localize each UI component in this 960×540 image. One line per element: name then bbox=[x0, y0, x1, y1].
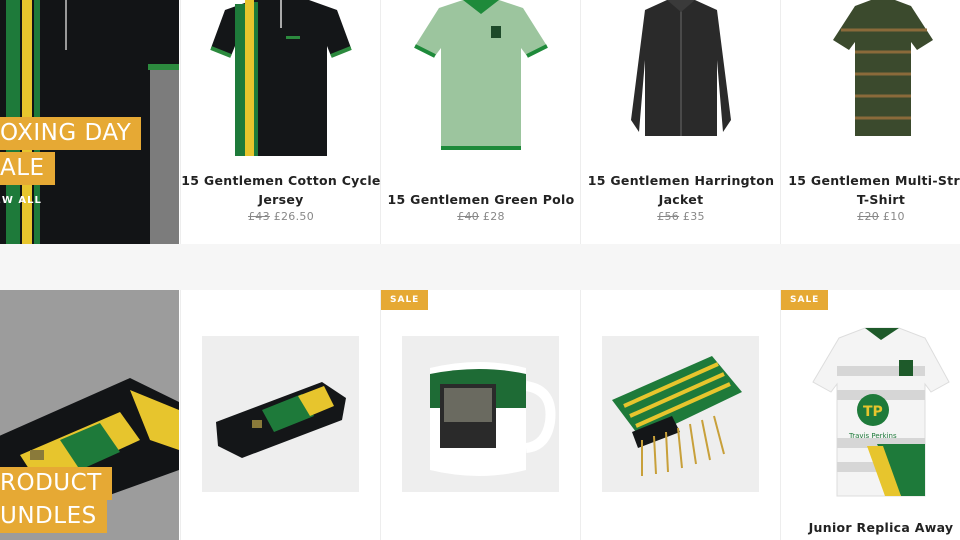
green-polo-image bbox=[414, 0, 548, 150]
mug-image: GENERATION OF THE GENTLEMEN bbox=[430, 362, 556, 476]
mug-caption-line-2: OF THE GENTLEMEN bbox=[446, 464, 504, 470]
product-thumbnail bbox=[202, 336, 359, 492]
old-price: £56 bbox=[657, 210, 680, 223]
product-title[interactable]: 15 Gentlemen Multi-Strip T-Shirt bbox=[781, 171, 960, 209]
old-price: £20 bbox=[857, 210, 880, 223]
product-title[interactable]: Junior Replica Away bbox=[781, 518, 960, 537]
product-card-mug[interactable]: SALE GENERATION OF THE GENTLEMEN bbox=[380, 290, 580, 540]
sale-price: £10 bbox=[882, 210, 905, 223]
product-title-line-1: 15 Gentlemen Multi-Strip bbox=[788, 173, 960, 188]
product-row-2: RODUCT UNDLES SALE GENERATION OF THE GEN… bbox=[0, 290, 960, 540]
product-price: £56 £35 bbox=[581, 210, 780, 223]
promo-label-line-2: UNDLES bbox=[0, 500, 107, 533]
product-thumbnail bbox=[602, 336, 759, 492]
product-title-line-2: T-Shirt bbox=[856, 192, 906, 207]
product-card-harrington-jacket[interactable]: 15 Gentlemen Harrington Jacket £56 £35 bbox=[580, 0, 780, 244]
sale-price: £35 bbox=[682, 210, 705, 223]
row-separator bbox=[0, 244, 960, 290]
old-price: £43 bbox=[248, 210, 270, 223]
scarf-image bbox=[216, 382, 346, 458]
promo-label-line-1: OXING DAY bbox=[0, 117, 142, 150]
product-row-1: OXING DAY ALE EW ALL 15 Gentlemen Cotton… bbox=[0, 0, 960, 244]
product-title-line-1: 15 Gentlemen Harrington bbox=[587, 173, 775, 188]
product-price: £20 £10 bbox=[781, 210, 960, 223]
sale-price: £26.50 bbox=[273, 210, 314, 223]
product-thumbnail: GENERATION OF THE GENTLEMEN bbox=[402, 336, 559, 492]
fringe-scarf-image bbox=[612, 356, 742, 476]
promo-tile-boxing-day-sale[interactable]: OXING DAY ALE EW ALL bbox=[0, 0, 179, 244]
cycle-jersey-image bbox=[210, 0, 352, 156]
product-card-fringe-scarf[interactable] bbox=[580, 290, 780, 540]
sponsor-logo: TP bbox=[863, 404, 883, 420]
mug-caption-line-1: GENERATION bbox=[442, 452, 515, 463]
promo-label-line-2: ALE bbox=[0, 152, 55, 185]
product-card-junior-replica-away[interactable]: SALE TP Travis Perkins Junior Replica Aw… bbox=[780, 290, 960, 540]
product-price: £43 £26.50 bbox=[181, 210, 380, 223]
product-title-line-1: 15 Gentlemen Cotton Cycle bbox=[181, 173, 380, 188]
product-title[interactable]: 15 Gentlemen Green Polo bbox=[381, 190, 580, 209]
old-price: £40 bbox=[457, 210, 480, 223]
promo-tile-product-bundles[interactable]: RODUCT UNDLES bbox=[0, 290, 179, 540]
product-title[interactable]: 15 Gentlemen Cotton Cycle Jersey bbox=[181, 171, 380, 209]
multi-strip-tshirt-image bbox=[833, 0, 933, 136]
view-all-link[interactable]: EW ALL bbox=[0, 195, 42, 206]
harrington-jacket-image bbox=[631, 0, 731, 136]
sponsor-name: Travis Perkins bbox=[848, 432, 897, 440]
promo-label-line-1: RODUCT bbox=[0, 467, 112, 500]
product-title-line-2: Jacket bbox=[658, 192, 704, 207]
product-card-multi-strip-tshirt[interactable]: 15 Gentlemen Multi-Strip T-Shirt £20 £10 bbox=[780, 0, 960, 244]
product-title[interactable]: 15 Gentlemen Harrington Jacket bbox=[581, 171, 780, 209]
product-card-green-polo[interactable]: 15 Gentlemen Green Polo £40 £28 bbox=[380, 0, 580, 244]
product-title-line-2: Jersey bbox=[258, 192, 304, 207]
product-card-scarf[interactable] bbox=[180, 290, 380, 540]
sale-price: £28 bbox=[482, 210, 505, 223]
product-price: £40 £28 bbox=[381, 210, 580, 223]
sale-badge: SALE bbox=[781, 290, 829, 310]
sale-badge: SALE bbox=[381, 290, 429, 310]
replica-away-jersey-image: TP Travis Perkins bbox=[812, 327, 950, 497]
product-card-cotton-cycle-jersey[interactable]: 15 Gentlemen Cotton Cycle Jersey £43 £26… bbox=[180, 0, 380, 244]
